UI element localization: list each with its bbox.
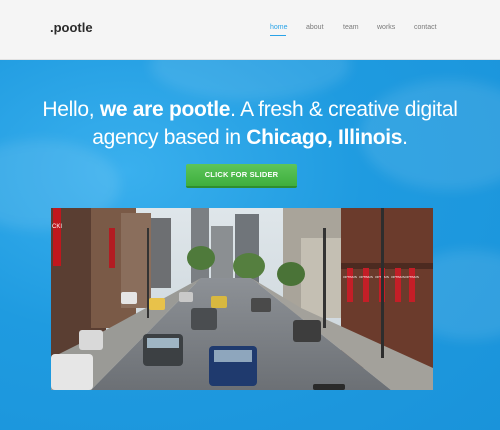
nav-item-works[interactable]: works	[377, 24, 395, 31]
main-nav: home about team works contact	[0, 24, 500, 38]
nav-item-about[interactable]: about	[306, 24, 324, 31]
headline-bold: Chicago, Illinois	[246, 126, 403, 149]
hero-headline: Hello, we are pootle. A fresh & creative…	[20, 96, 480, 152]
headline-text: .	[402, 126, 408, 149]
sign-text: OPTIMUS	[343, 275, 357, 279]
headline-text: agency based in	[92, 126, 247, 149]
headline-text: Hello,	[42, 98, 100, 121]
top-navigation-bar: .pootle home about team works contact	[0, 0, 500, 60]
city-street-photo[interactable]: CKI OPTIMUS OPTIMUS OPTIMUS OPTIMUS OPTI…	[51, 208, 433, 390]
sign-text: OPTIMUS	[405, 275, 419, 279]
nav-item-contact[interactable]: contact	[414, 24, 437, 31]
nav-item-team[interactable]: team	[343, 24, 359, 31]
headline-text: . A fresh & creative digital	[230, 98, 458, 121]
click-for-slider-button[interactable]: CLICK FOR SLIDER	[186, 164, 297, 188]
headline-bold: we are pootle	[99, 98, 231, 121]
sign-text: OPTIMUS	[359, 275, 373, 279]
nav-active-underline	[270, 35, 286, 36]
sign-text: OPTIMUS	[391, 275, 405, 279]
nav-item-home[interactable]: home	[270, 24, 288, 31]
background-cloud	[150, 60, 350, 100]
city-street-illustration: CKI OPTIMUS OPTIMUS OPTIMUS OPTIMUS OPTI…	[51, 208, 433, 390]
sign-text: CKI	[52, 224, 62, 230]
